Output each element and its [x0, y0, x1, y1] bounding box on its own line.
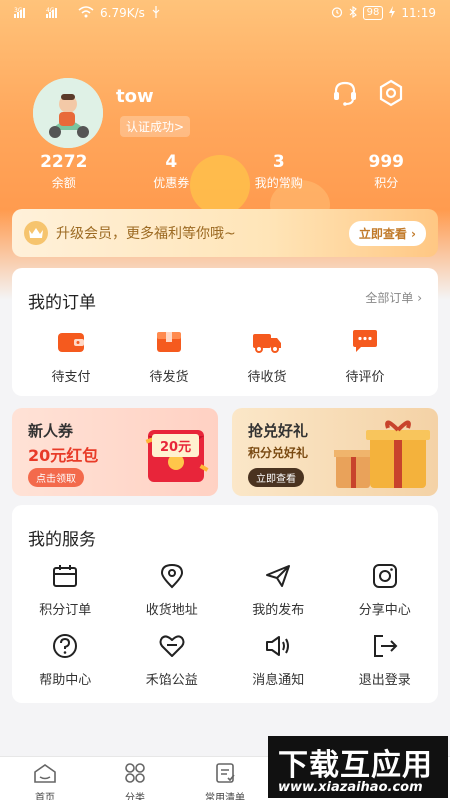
- claim-button[interactable]: 点击领取: [28, 468, 84, 487]
- location-icon: [158, 563, 186, 593]
- service-help-center[interactable]: 帮助中心: [12, 633, 119, 703]
- order-pending-payment[interactable]: 待支付: [22, 328, 120, 385]
- box-icon: [155, 328, 183, 358]
- vip-banner[interactable]: 升级会员，更多福利等你哦~ 立即查看 ›: [12, 209, 438, 257]
- battery-level: 98: [362, 6, 384, 20]
- stat-value: 3: [272, 152, 285, 172]
- view-now-button[interactable]: 立即查看: [248, 468, 304, 487]
- heart-icon: [158, 633, 186, 663]
- truck-icon: [252, 328, 282, 358]
- status-bar: 3G 4G 6.79K/s 98 11:19: [0, 0, 450, 26]
- services-title: 我的服务: [28, 530, 96, 550]
- service-my-posts[interactable]: 我的发布: [225, 563, 332, 633]
- customer-service-icon[interactable]: [330, 78, 360, 108]
- newcomer-coupon-banner[interactable]: 新人券 20元红包 点击领取 20元: [12, 408, 218, 496]
- stat-label: 余额: [51, 176, 76, 190]
- help-icon: [51, 633, 79, 663]
- charging-icon: [389, 5, 396, 21]
- service-label: 消息通知: [252, 673, 305, 688]
- logout-icon: [371, 633, 399, 663]
- order-label: 待收货: [247, 370, 287, 385]
- service-charity[interactable]: 禾馅公益: [119, 633, 226, 703]
- stat-label: 我的常购: [254, 176, 303, 190]
- watermark-title: 下载互应用: [278, 748, 433, 783]
- share-icon: [371, 563, 399, 593]
- promo-title: 新人券: [28, 422, 74, 440]
- tab-frequent-list[interactable]: 常用清单: [180, 757, 270, 800]
- send-icon: [264, 563, 292, 593]
- service-label: 收货地址: [145, 603, 198, 618]
- tab-label: 分类: [125, 793, 145, 800]
- stats-row: 2272 余额 4 优惠券 3 我的常购 999 积分: [10, 152, 440, 191]
- wallet-icon: [57, 328, 85, 358]
- home-icon: [33, 763, 57, 787]
- watermark-url: www.xiazaihao.com: [278, 780, 423, 795]
- points-redeem-banner[interactable]: 抢兑好礼 积分兑好礼 立即查看: [232, 408, 438, 496]
- signal-icon: 4G: [46, 6, 72, 21]
- all-orders-link[interactable]: 全部订单 ›: [365, 289, 422, 306]
- list-icon: [213, 763, 237, 787]
- service-label: 禾馅公益: [145, 673, 198, 688]
- clock-time: 11:19: [401, 6, 436, 20]
- crown-icon: [24, 221, 48, 245]
- orders-title: 我的订单: [28, 293, 96, 313]
- alarm-icon: [331, 6, 343, 21]
- stat-points[interactable]: 999 积分: [333, 152, 441, 191]
- service-share-center[interactable]: 分享中心: [332, 563, 439, 633]
- tab-category[interactable]: 分类: [90, 757, 180, 800]
- promo-title: 抢兑好礼: [248, 422, 309, 440]
- service-label: 分享中心: [358, 603, 411, 618]
- avatar[interactable]: [33, 78, 103, 148]
- wifi-icon: [78, 5, 94, 21]
- order-pending-review[interactable]: 待评价: [316, 328, 414, 385]
- coupon-badge: 20元: [152, 434, 200, 457]
- service-address[interactable]: 收货地址: [119, 563, 226, 633]
- watermark: 下载互应用 www.xiazaihao.com: [268, 736, 448, 798]
- order-label: 待发货: [149, 370, 189, 385]
- promo-subtitle: 20元红包: [28, 446, 99, 465]
- tab-home[interactable]: 首页: [0, 757, 90, 800]
- stat-balance[interactable]: 2272 余额: [10, 152, 118, 191]
- stat-label: 积分: [374, 176, 399, 190]
- order-label: 待支付: [51, 370, 91, 385]
- vip-text: 升级会员，更多福利等你哦~: [56, 226, 236, 242]
- order-pending-shipment[interactable]: 待发货: [120, 328, 218, 385]
- verify-status[interactable]: 认证成功>: [120, 116, 191, 137]
- red-envelope-icon: [142, 422, 212, 492]
- comment-icon: [351, 328, 379, 358]
- signal-icon: 3G: [14, 6, 40, 21]
- tab-label: 首页: [35, 793, 55, 800]
- stat-value: 2272: [40, 152, 88, 172]
- service-label: 积分订单: [39, 603, 92, 618]
- tab-label: 常用清单: [205, 793, 245, 800]
- order-pending-receipt[interactable]: 待收货: [218, 328, 316, 385]
- service-notifications[interactable]: 消息通知: [225, 633, 332, 703]
- promo-subtitle: 积分兑好礼: [248, 446, 309, 460]
- gift-box-icon: [332, 420, 436, 496]
- usb-icon: [151, 5, 161, 21]
- orders-card: 我的订单 全部订单 › 待支付 待发货 待收货 待评价: [12, 268, 438, 396]
- service-label: 帮助中心: [39, 673, 92, 688]
- stat-coupons[interactable]: 4 优惠券: [118, 152, 226, 191]
- stat-frequent[interactable]: 3 我的常购: [225, 152, 333, 191]
- service-logout[interactable]: 退出登录: [332, 633, 439, 703]
- bluetooth-icon: [349, 5, 357, 21]
- network-speed: 6.79K/s: [100, 6, 145, 20]
- username: tow: [116, 86, 154, 107]
- stat-value: 4: [165, 152, 178, 172]
- settings-icon[interactable]: [376, 78, 406, 108]
- services-card: 我的服务 积分订单 收货地址 我的发布 分享中心 帮助中心 禾馅公益 消息通知 …: [12, 505, 438, 703]
- vip-view-button[interactable]: 立即查看 ›: [348, 220, 426, 246]
- stat-label: 优惠券: [153, 176, 190, 190]
- stat-value: 999: [368, 152, 405, 172]
- order-label: 待评价: [345, 370, 385, 385]
- service-label: 退出登录: [358, 673, 411, 688]
- service-label: 我的发布: [252, 603, 305, 618]
- speaker-icon: [264, 633, 292, 663]
- calendar-icon: [51, 563, 79, 593]
- category-icon: [123, 763, 147, 787]
- service-points-orders[interactable]: 积分订单: [12, 563, 119, 633]
